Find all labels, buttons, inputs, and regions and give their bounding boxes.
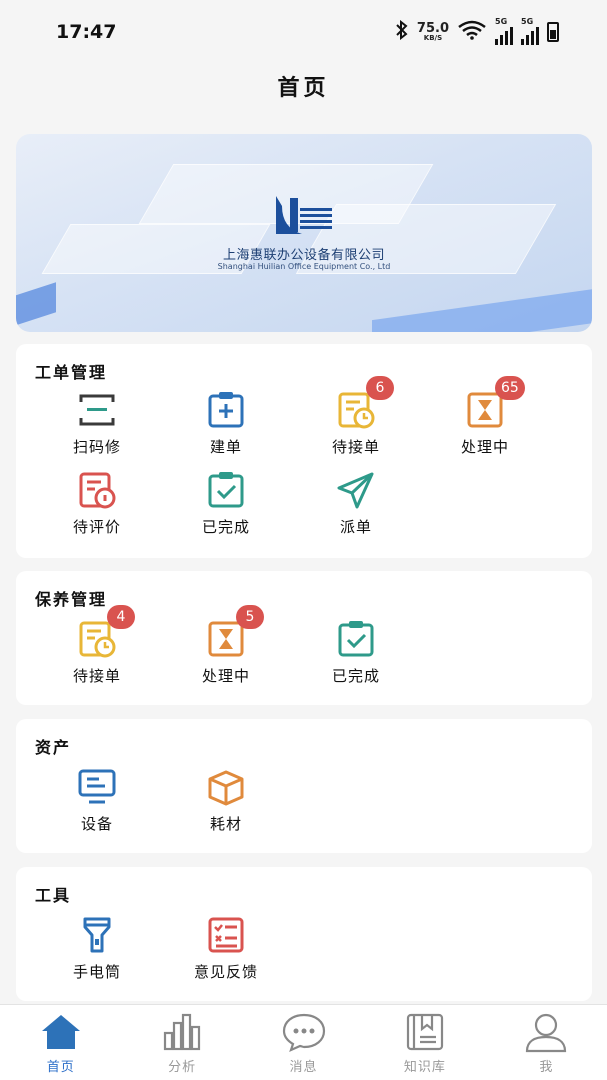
feedback-item[interactable]: 意见反馈 <box>176 915 276 982</box>
user-icon <box>526 1013 567 1053</box>
tab-messages[interactable]: 消息 <box>243 1005 364 1080</box>
tab-label: 首页 <box>46 1060 75 1075</box>
tab-label: 分析 <box>168 1060 197 1075</box>
maintenance-pending-badge: 4 <box>107 605 135 629</box>
signal-icon-2: 5G <box>521 17 539 45</box>
item-label: 已完成 <box>331 667 380 685</box>
item-label: 扫码修 <box>72 438 121 456</box>
tab-label: 知识库 <box>403 1060 446 1075</box>
section-title: 工单管理 <box>35 363 108 382</box>
net-speed: 75.0 KB/S <box>417 22 449 42</box>
home-icon <box>41 1015 80 1049</box>
wifi-icon <box>457 20 487 44</box>
item-label: 处理中 <box>201 667 250 685</box>
item-label: 待评价 <box>72 518 121 536</box>
section-title: 工具 <box>35 886 72 905</box>
flashlight-item[interactable]: 手电筒 <box>47 915 147 982</box>
signal-2-tag: 5G <box>521 17 534 26</box>
item-label: 建单 <box>209 438 242 456</box>
book-icon <box>406 1013 444 1051</box>
processing-count-badge: 65 <box>495 376 525 400</box>
equipment-item[interactable]: 设备 <box>47 767 147 834</box>
assets-card: 资产 设备 耗材 <box>16 719 592 853</box>
box-icon <box>206 767 246 807</box>
tab-analysis[interactable]: 分析 <box>121 1005 242 1080</box>
review-icon <box>77 470 117 510</box>
item-label: 已完成 <box>201 518 250 536</box>
clipboard-add-icon <box>206 390 246 430</box>
processing-order-item[interactable]: 65 处理中 <box>435 376 535 457</box>
item-label: 手电筒 <box>72 963 121 981</box>
signal-icon-1: 5G <box>495 17 513 45</box>
tab-label: 我 <box>539 1060 554 1075</box>
tools-card: 工具 手电筒 意见反馈 <box>16 867 592 1001</box>
page-title: 首页 <box>277 76 330 101</box>
pending-order-item[interactable]: 6 待接单 <box>306 376 406 457</box>
clipboard-check-icon <box>336 619 376 659</box>
maintenance-card: 保养管理 4 待接单 5 处理中 已完成 <box>16 571 592 705</box>
status-indicators: 75.0 KB/S 5G 5G <box>395 17 559 45</box>
section-title: 资产 <box>35 738 72 757</box>
scan-repair-item[interactable]: 扫码修 <box>47 390 147 457</box>
work-order-card: 工单管理 扫码修 建单 6 待接单 65 处理中 待评价 已完成 派单 <box>16 344 592 558</box>
status-bar: 17:47 75.0 KB/S 5G 5G <box>0 0 607 64</box>
company-logo <box>276 196 332 234</box>
flashlight-icon <box>77 915 117 955</box>
bar-chart-icon <box>164 1013 201 1051</box>
create-order-item[interactable]: 建单 <box>176 390 276 457</box>
pending-count-badge: 6 <box>366 376 394 400</box>
hourglass-icon: 5 <box>206 605 264 659</box>
tab-me[interactable]: 我 <box>486 1005 607 1080</box>
company-banner[interactable]: 上海惠联办公设备有限公司 Shanghai Huilian Office Equ… <box>16 134 592 332</box>
item-label: 意见反馈 <box>193 963 258 981</box>
bottom-tab-bar: 首页 分析 消息 知识库 我 <box>0 1004 607 1080</box>
maintenance-processing-item[interactable]: 5 处理中 <box>176 605 276 686</box>
item-label: 处理中 <box>460 438 509 456</box>
section-title: 保养管理 <box>35 590 108 609</box>
item-label: 待接单 <box>72 667 121 685</box>
item-label: 设备 <box>80 815 113 833</box>
maintenance-processing-badge: 5 <box>236 605 264 629</box>
clipboard-check-icon <box>206 470 246 510</box>
item-label: 待接单 <box>331 438 380 456</box>
bluetooth-icon <box>395 19 409 44</box>
feedback-icon <box>206 915 246 955</box>
maintenance-pending-item[interactable]: 4 待接单 <box>47 605 147 686</box>
tab-home[interactable]: 首页 <box>0 1005 121 1080</box>
tab-label: 消息 <box>289 1060 318 1075</box>
completed-order-item[interactable]: 已完成 <box>176 470 276 537</box>
signal-1-tag: 5G <box>495 17 508 26</box>
send-icon <box>336 470 376 510</box>
company-name-cn: 上海惠联办公设备有限公司 <box>222 248 385 263</box>
net-speed-unit: KB/S <box>423 34 443 42</box>
monitor-icon <box>77 767 117 807</box>
to-review-item[interactable]: 待评价 <box>47 470 147 537</box>
message-icon <box>282 1013 325 1053</box>
consumables-item[interactable]: 耗材 <box>176 767 276 834</box>
tab-knowledge-base[interactable]: 知识库 <box>364 1005 485 1080</box>
pending-clock-icon: 6 <box>336 376 394 430</box>
maintenance-completed-item[interactable]: 已完成 <box>306 619 406 686</box>
company-name-en: Shanghai Huilian Office Equipment Co., L… <box>217 262 391 271</box>
pending-clock-icon: 4 <box>77 605 135 659</box>
battery-icon <box>547 22 559 42</box>
item-label: 耗材 <box>209 815 242 833</box>
scan-icon <box>77 390 117 430</box>
status-time: 17:47 <box>56 21 117 43</box>
hourglass-icon: 65 <box>465 376 525 430</box>
item-label: 派单 <box>339 518 372 536</box>
dispatch-order-item[interactable]: 派单 <box>306 470 406 537</box>
